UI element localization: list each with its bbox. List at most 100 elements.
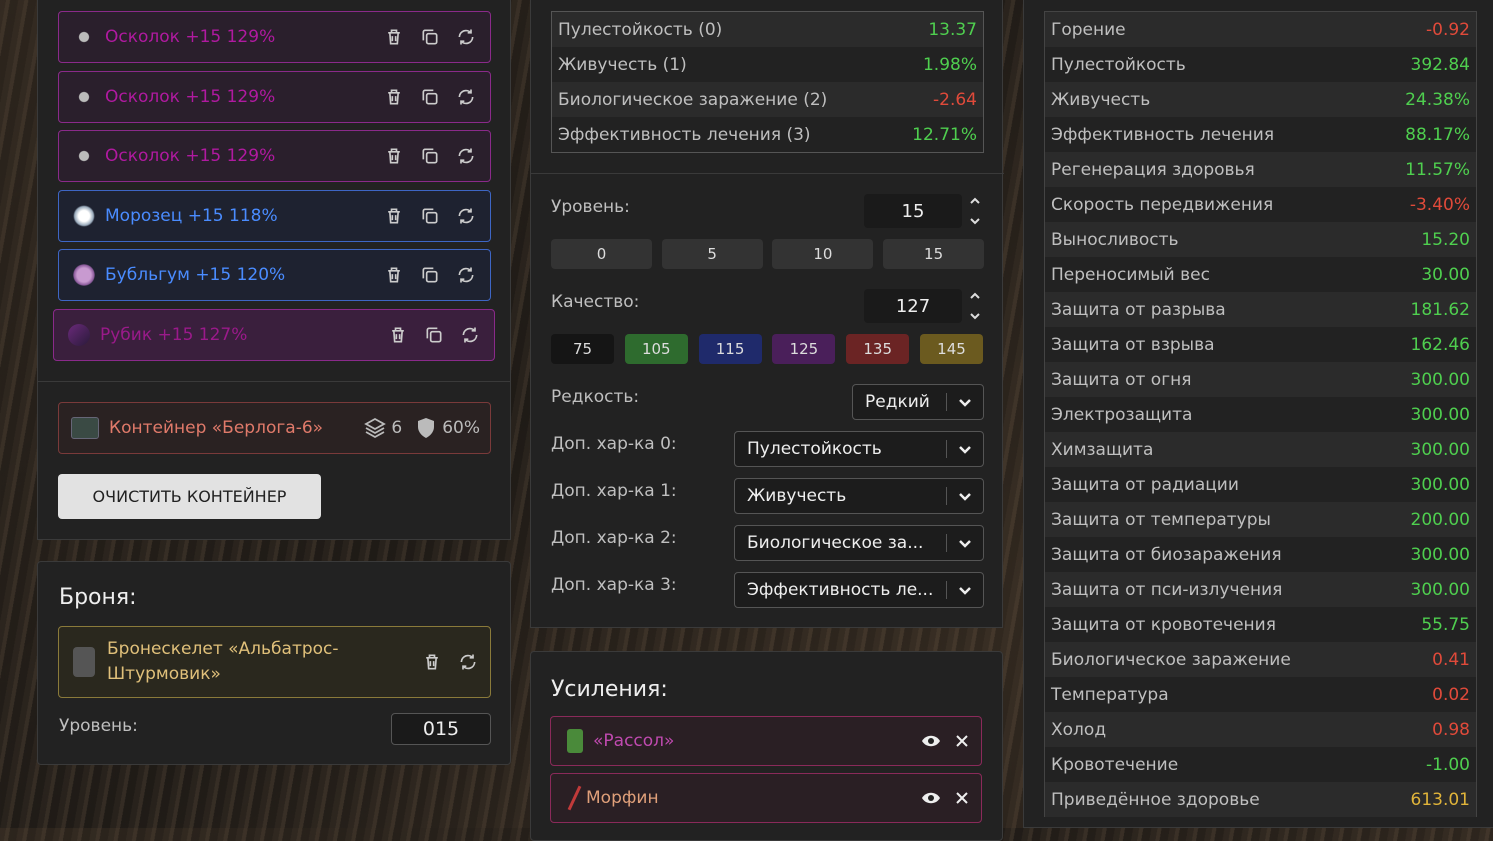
eye-icon[interactable] [921,734,941,748]
refresh-icon[interactable] [458,323,482,347]
summary-stat-row: Защита от температуры 200.00 [1045,502,1476,537]
summary-stat-row: Защита от биозаражения 300.00 [1045,537,1476,572]
chevron-up-icon [970,292,980,299]
refresh-icon[interactable] [454,85,478,109]
artifact-slot[interactable]: Осколок +15 129% [58,11,491,63]
quality-spinner[interactable] [968,291,982,321]
trash-icon[interactable] [382,144,406,168]
boosts-title: Усиления: [551,677,668,702]
rarity-select[interactable]: Редкий [852,384,984,420]
close-icon[interactable] [955,791,969,805]
stat-label: Химзащита [1051,439,1154,460]
trash-icon[interactable] [382,204,406,228]
shard-icon [73,26,95,48]
copy-icon[interactable] [418,85,442,109]
container-name: Контейнер «Берлога-6» [109,418,324,438]
copy-icon[interactable] [418,25,442,49]
quality-preset-button[interactable]: 75 [551,334,614,364]
summary-stat-row: Скорость передвижения -3.40% [1045,187,1476,222]
copy-icon[interactable] [418,263,442,287]
stat-label: Пулестойкость (0) [558,19,723,40]
copy-icon[interactable] [422,323,446,347]
extra-stat-select[interactable]: Живучесть [734,478,984,514]
bonus-stat-row: Пулестойкость (0) 13.37 [552,12,983,47]
extra-stat-select[interactable]: Пулестойкость [734,431,984,467]
level-preset-button[interactable]: 0 [551,239,652,269]
level-input[interactable]: 15 [864,194,962,228]
stat-label: Защита от температуры [1051,509,1271,530]
trash-icon[interactable] [382,85,406,109]
exoskeleton-icon [73,647,95,677]
summary-stat-row: Регенерация здоровья 11.57% [1045,152,1476,187]
boost-item[interactable]: «Рассол» [550,716,982,766]
refresh-icon[interactable] [454,204,478,228]
chevron-down-icon [947,536,983,550]
stat-value: 0.98 [1432,719,1470,740]
stat-label: Защита от биозаражения [1051,544,1282,565]
close-icon[interactable] [955,734,969,748]
refresh-icon[interactable] [454,25,478,49]
boost-name: «Рассол» [593,731,675,751]
summary-stats-box: Горение -0.92 Пулестойкость 392.84 Живучесть… [1044,11,1477,817]
copy-icon[interactable] [418,204,442,228]
summary-stat-row: Пулестойкость 392.84 [1045,47,1476,82]
level-preset-button[interactable]: 5 [661,239,763,269]
armor-level-input[interactable]: 015 [391,713,491,745]
quality-preset-button[interactable]: 105 [624,334,688,364]
extra-stat-select[interactable]: Биологическое за... [734,525,984,561]
trash-icon[interactable] [382,25,406,49]
summary-stat-row: Защита от пси-излучения 300.00 [1045,572,1476,607]
boost-item[interactable]: Морфин [550,773,982,823]
refresh-icon[interactable] [454,144,478,168]
quality-preset-button[interactable]: 125 [772,334,836,364]
artifact-slot[interactable]: Осколок +15 129% [58,130,491,183]
refresh-icon[interactable] [456,650,480,674]
quality-preset-button[interactable]: 115 [698,334,762,364]
level-preset-button[interactable]: 15 [883,239,985,269]
artifact-slot[interactable]: Морозец +15 118% [58,189,491,242]
refresh-icon[interactable] [454,263,478,287]
container-row[interactable]: Контейнер «Берлога-6» 6 60% [58,402,491,454]
armor-item[interactable]: Бронескелет «Альбатрос- Штурмовик» [58,626,491,698]
artifact-name: Осколок +15 129% [105,86,276,107]
extra-stat-select[interactable]: Эффективность ле... [734,572,984,608]
stat-label: Переносимый вес [1051,264,1210,285]
trash-icon[interactable] [386,323,410,347]
level-preset-button[interactable]: 10 [772,239,874,269]
chevron-down-icon [947,489,983,503]
summary-stat-row: Защита от кровотечения 55.75 [1045,607,1476,642]
summary-stat-row: Электрозащита 300.00 [1045,397,1476,432]
chevron-down-icon [970,218,980,225]
quality-preset-button[interactable]: 145 [920,334,983,364]
stat-value: 181.62 [1410,299,1470,320]
container-icon [71,417,99,439]
bonus-stat-row: Живучесть (1) 1.98% [552,47,983,82]
quality-input[interactable]: 127 [864,289,962,323]
summary-stat-row: Живучесть 24.38% [1045,82,1476,117]
stat-label: Защита от взрыва [1051,334,1215,355]
trash-icon[interactable] [382,263,406,287]
eye-icon[interactable] [921,791,941,805]
level-spinner[interactable] [968,196,982,226]
clear-container-button[interactable]: ОЧИСТИТЬ КОНТЕЙНЕР [58,474,321,519]
artifact-slot[interactable]: Рубик +15 127% [53,309,495,361]
stat-value: 300.00 [1410,404,1470,425]
artifact-name: Осколок +15 129% [105,27,276,47]
artifact-slot[interactable]: Бубльгум +15 120% [58,249,491,302]
artifact-slot[interactable]: Осколок +15 129% [58,70,491,123]
summary-stat-row: Горение -0.92 [1045,12,1476,47]
stat-value: -2.64 [933,89,977,110]
stat-value: 11.57% [1405,159,1470,180]
frost-orb-icon [73,204,95,227]
extra-stat-value: Живучесть [747,486,847,506]
stat-value: -0.92 [1426,19,1470,40]
trash-icon[interactable] [420,650,444,674]
stat-label: Выносливость [1051,229,1179,250]
quality-preset-button[interactable]: 135 [846,334,910,364]
container-slots: 6 [391,418,403,438]
stat-label: Живучесть (1) [558,54,687,75]
summary-stat-row: Переносимый вес 30.00 [1045,257,1476,292]
copy-icon[interactable] [418,144,442,168]
stat-value: 24.38% [1405,89,1470,110]
stat-value: 15.20 [1421,229,1470,250]
